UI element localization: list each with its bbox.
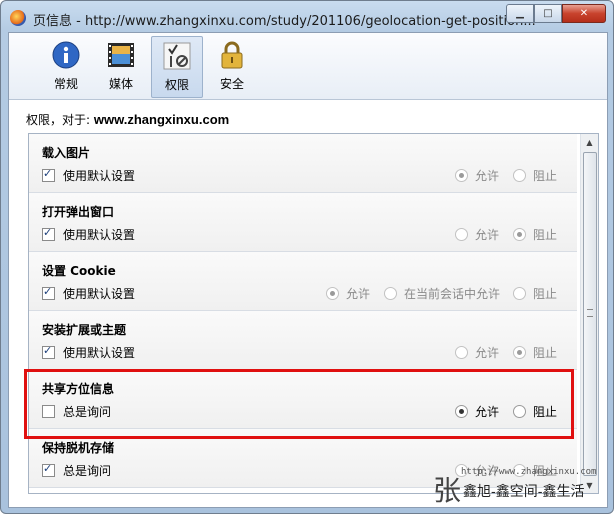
- radio-block[interactable]: 阻止: [513, 167, 557, 184]
- minimize-button[interactable]: ▁: [506, 4, 534, 23]
- radio-label: 允许: [475, 169, 500, 183]
- radio-label: 阻止: [533, 346, 558, 360]
- tab-security-label: 安全: [219, 77, 244, 91]
- radio-allow[interactable]: 允许: [326, 285, 370, 302]
- watermark-name: 鑫旭-鑫空间-鑫生活: [463, 484, 585, 500]
- maximize-button[interactable]: □: [534, 4, 562, 23]
- tab-general[interactable]: 常规: [41, 36, 91, 96]
- checkbox-label: 使用默认设置: [63, 169, 136, 183]
- radio-dot[interactable]: [513, 169, 526, 182]
- watermark-mark: 张: [433, 474, 462, 507]
- radio-label: 阻止: [533, 228, 558, 242]
- section-title: 载入图片: [42, 146, 91, 160]
- checkbox-label: 总是询问: [63, 464, 112, 478]
- radio-label: 阻止: [533, 169, 558, 183]
- title-bar[interactable]: 页信息 - http://www.zhangxinxu.com/study/20…: [1, 1, 613, 33]
- watermark: 张 http://www.zhangxinxu.com 鑫旭-鑫空间-鑫生活: [433, 467, 609, 509]
- info-icon: [52, 41, 80, 69]
- checkbox-box[interactable]: [42, 226, 55, 241]
- tab-general-label: 常规: [53, 77, 78, 91]
- permissions-heading: 权限，对于: www.zhangxinxu.com: [26, 111, 229, 128]
- radio-block[interactable]: 阻止: [513, 344, 557, 361]
- checkbox-label: 使用默认设置: [63, 346, 136, 360]
- radio-allow[interactable]: 允许: [455, 167, 499, 184]
- scroll-up-arrow-icon[interactable]: ▲: [581, 134, 598, 150]
- section-load-images: 载入图片 使用默认设置 允许 阻止: [29, 134, 577, 193]
- checkbox-box[interactable]: [42, 167, 55, 182]
- radio-dot[interactable]: [513, 228, 526, 241]
- use-default-checkbox[interactable]: 使用默认设置: [42, 344, 135, 361]
- section-title: 安装扩展或主题: [42, 323, 127, 337]
- radio-label: 阻止: [533, 287, 558, 301]
- tab-toolbar: 常规 媒体 权限 安全: [9, 33, 607, 100]
- use-default-checkbox[interactable]: 使用默认设置: [42, 226, 135, 243]
- permissions-for-label: 权限，对于:: [26, 113, 91, 127]
- radio-block[interactable]: 阻止: [513, 285, 557, 302]
- radio-block[interactable]: 阻止: [513, 226, 557, 243]
- radio-label: 在当前会话中允许: [404, 287, 501, 301]
- firefox-icon: [10, 10, 26, 26]
- tab-media-label: 媒体: [108, 77, 133, 91]
- lock-icon: [221, 41, 243, 69]
- use-default-checkbox[interactable]: 使用默认设置: [42, 167, 135, 184]
- tab-security[interactable]: 安全: [207, 36, 257, 96]
- use-default-checkbox[interactable]: 使用默认设置: [42, 285, 135, 302]
- window-title: 页信息 - http://www.zhangxinxu.com/study/20…: [33, 14, 536, 29]
- scrollbar-thumb[interactable]: [583, 152, 597, 476]
- close-button[interactable]: ✕: [562, 4, 606, 23]
- radio-label: 允许: [346, 287, 371, 301]
- permissions-list: 载入图片 使用默认设置 允许 阻止 打开弹出窗口 使用默认设: [28, 133, 599, 494]
- section-install-addons: 安装扩展或主题 使用默认设置 允许 阻止: [29, 311, 577, 370]
- always-ask-checkbox[interactable]: 总是询问: [42, 462, 111, 479]
- scrollbar[interactable]: ▲ ▼: [580, 134, 598, 493]
- radio-allow[interactable]: 允许: [455, 344, 499, 361]
- checkbox-label: 使用默认设置: [63, 287, 136, 301]
- radio-label: 允许: [475, 346, 500, 360]
- radio-allow-session[interactable]: 在当前会话中允许: [384, 285, 500, 302]
- section-title: 打开弹出窗口: [42, 205, 115, 219]
- radio-dot[interactable]: [455, 346, 468, 359]
- section-popups: 打开弹出窗口 使用默认设置 允许 阻止: [29, 193, 577, 252]
- radio-dot[interactable]: [513, 346, 526, 359]
- section-title: 保持脱机存储: [42, 441, 115, 455]
- checkbox-box[interactable]: [42, 285, 55, 300]
- media-icon: [108, 43, 134, 67]
- site-name: www.zhangxinxu.com: [93, 112, 230, 127]
- checkbox-box[interactable]: [42, 462, 55, 477]
- radio-dot[interactable]: [455, 228, 468, 241]
- section-cookies: 设置 Cookie 使用默认设置 允许 在当前会话中允许 阻止: [29, 252, 577, 311]
- radio-dot[interactable]: [455, 169, 468, 182]
- annotation-highlight-box: [24, 369, 574, 439]
- radio-dot[interactable]: [384, 287, 397, 300]
- permissions-icon: [163, 42, 191, 70]
- radio-dot[interactable]: [513, 287, 526, 300]
- tab-media[interactable]: 媒体: [96, 36, 146, 96]
- watermark-url: http://www.zhangxinxu.com: [461, 467, 597, 477]
- radio-label: 允许: [475, 228, 500, 242]
- tab-permissions[interactable]: 权限: [151, 36, 203, 98]
- section-title: 设置 Cookie: [42, 264, 116, 278]
- checkbox-label: 使用默认设置: [63, 228, 136, 242]
- radio-dot[interactable]: [326, 287, 339, 300]
- page-info-window: 页信息 - http://www.zhangxinxu.com/study/20…: [0, 0, 614, 514]
- window-controls: ▁ □ ✕: [506, 4, 606, 23]
- radio-allow[interactable]: 允许: [455, 226, 499, 243]
- tab-permissions-label: 权限: [164, 78, 189, 92]
- checkbox-box[interactable]: [42, 344, 55, 359]
